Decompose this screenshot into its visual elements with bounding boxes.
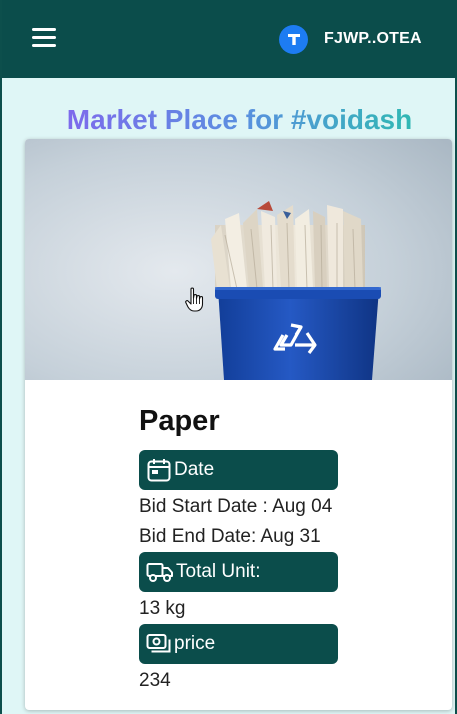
unit-label: Total Unit: bbox=[176, 561, 261, 582]
paper-stack-icon bbox=[211, 201, 365, 295]
unit-value: 13 kg bbox=[139, 598, 186, 619]
listing-details: Paper Date Bid Start Date : Aug 04 Bid E… bbox=[139, 401, 339, 696]
page-title: Market Place for #voidash bbox=[2, 100, 457, 140]
price-label: price bbox=[174, 633, 216, 654]
app-frame: FJWP..OTEA Market Place for #voidash Pap… bbox=[0, 0, 457, 714]
date-label: Date bbox=[174, 459, 215, 480]
truck-icon bbox=[146, 563, 173, 582]
unit-badge: Total Unit: bbox=[139, 552, 338, 592]
bid-start-date: Bid Start Date : Aug 04 bbox=[139, 496, 333, 517]
t-logo-icon bbox=[279, 24, 308, 54]
item-name: Paper bbox=[139, 405, 220, 437]
listing-card[interactable]: Paper Date Bid Start Date : Aug 04 Bid E… bbox=[25, 139, 452, 710]
cash-icon bbox=[146, 634, 171, 653]
brand[interactable]: FJWP..OTEA bbox=[279, 24, 422, 54]
brand-name: FJWP..OTEA bbox=[324, 30, 422, 47]
price-value: 234 bbox=[139, 670, 171, 691]
recycle-bin-icon bbox=[215, 287, 381, 380]
calendar-icon bbox=[147, 459, 171, 482]
listing-image bbox=[25, 139, 452, 380]
top-navbar: FJWP..OTEA bbox=[2, 0, 457, 78]
bid-end-date: Bid End Date: Aug 31 bbox=[139, 526, 321, 547]
hamburger-menu-icon[interactable] bbox=[32, 28, 56, 48]
price-badge: price bbox=[139, 624, 338, 664]
hand-cursor-icon bbox=[185, 287, 204, 312]
date-badge: Date bbox=[139, 450, 338, 490]
